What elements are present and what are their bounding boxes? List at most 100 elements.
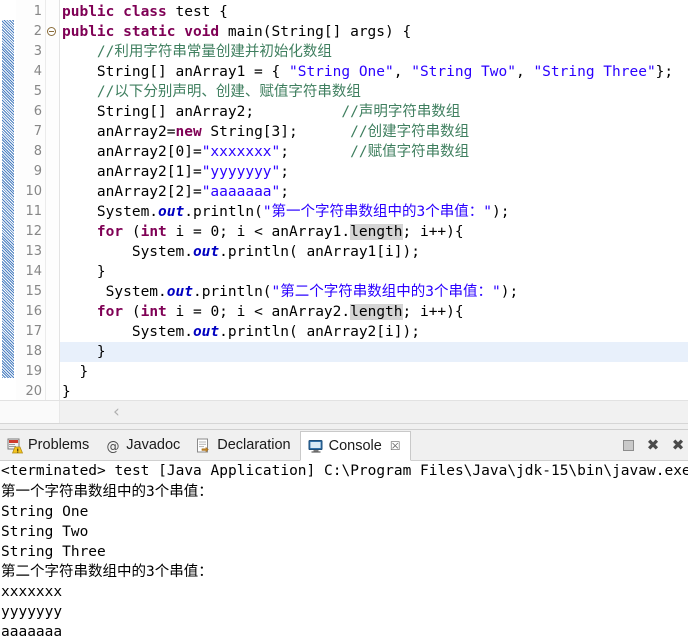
fold-slot[interactable]	[46, 2, 59, 22]
fold-slot[interactable]	[46, 102, 59, 122]
code-line[interactable]: anArray2[0]="xxxxxxx"; //赋值字符串数组	[60, 142, 688, 162]
chevron-left-icon[interactable]: ‹	[113, 403, 120, 421]
code-token-plain: .println( anArray2[i]);	[219, 324, 420, 340]
code-line[interactable]: public static void main(String[] args) {	[60, 22, 688, 42]
code-token-plain: String[] anArray1 = {	[62, 64, 289, 80]
code-token-plain: ; i++){	[402, 224, 464, 240]
code-line[interactable]: }	[60, 342, 688, 362]
code-token-plain: }	[62, 384, 71, 400]
fold-slot[interactable]	[46, 362, 59, 382]
code-token-kw: int	[140, 304, 167, 320]
code-token-fld: out	[192, 244, 220, 260]
tab-javadoc[interactable]: @ Javadoc	[98, 431, 189, 460]
fold-slot[interactable]	[46, 82, 59, 102]
line-number: 8	[33, 144, 42, 159]
code-token-cmt: //以下分别声明、创建、赋值字符串数组	[96, 84, 361, 100]
console-view[interactable]: <terminated> test [Java Application] C:\…	[0, 461, 688, 644]
console-output-line: 第二个字符串数组中的3个串值：	[1, 564, 213, 580]
console-output: 第一个字符串数组中的3个串值： String One String Two Strin…	[0, 482, 688, 642]
fold-slot[interactable]	[46, 342, 59, 362]
tab-label: Declaration	[217, 437, 291, 454]
view-tab-bar[interactable]: Problems @ Javadoc Declaration Console ☒ ✖ ✖	[0, 430, 688, 461]
line-number: 1	[33, 4, 42, 19]
code-line[interactable]: public class test {	[60, 2, 688, 22]
code-token-plain: anArray2=	[62, 124, 176, 140]
code-token-plain: ;	[280, 164, 289, 180]
fold-slot[interactable]	[46, 22, 59, 42]
line-number: 13	[25, 244, 42, 259]
code-token-str: "String Three"	[533, 64, 656, 80]
bottom-view-stack: Problems @ Javadoc Declaration Console ☒ ✖ ✖ <t…	[0, 429, 688, 644]
line-number: 10	[25, 184, 42, 199]
close-icon[interactable]: ☒	[390, 439, 401, 453]
code-token-plain: ;	[280, 184, 289, 200]
fold-slot[interactable]	[46, 222, 59, 242]
code-token-plain: System.	[62, 284, 167, 300]
tab-problems[interactable]: Problems	[0, 431, 98, 460]
javadoc-icon: @	[105, 438, 121, 454]
line-number: 18	[25, 344, 42, 359]
code-line[interactable]: for (int i = 0; i < anArray2.length; i++…	[60, 302, 688, 322]
fold-slot[interactable]	[46, 162, 59, 182]
code-line[interactable]: for (int i = 0; i < anArray1.length; i++…	[60, 222, 688, 242]
line-number: 15	[25, 284, 42, 299]
code-token-plain: anArray2[1]=	[62, 164, 202, 180]
fold-slot[interactable]	[46, 242, 59, 262]
code-token-plain: }	[62, 364, 89, 380]
code-line[interactable]: System.out.println("第一个字符串数组中的3个串值：");	[60, 202, 688, 222]
code-line[interactable]: //以下分别声明、创建、赋值字符串数组	[60, 82, 688, 102]
remove-launch-button[interactable]: ✖	[645, 438, 661, 454]
tab-declaration[interactable]: Declaration	[189, 431, 299, 460]
fold-slot[interactable]	[46, 142, 59, 162]
code-line[interactable]: }	[60, 362, 688, 382]
code-line[interactable]: anArray2[2]="aaaaaaa";	[60, 182, 688, 202]
code-token-kw: for	[96, 304, 124, 320]
code-line[interactable]: }	[60, 382, 688, 400]
code-line[interactable]: anArray2[1]="yyyyyyy";	[60, 162, 688, 182]
console-output-line: xxxxxxx	[1, 584, 63, 600]
eclipse-ide-window: 1 2 3 4 5 6 7 8 9 10 11 12 13 14 15 16 17 18 19 20 public c…	[0, 0, 688, 644]
fold-slot[interactable]	[46, 42, 59, 62]
java-source-editor[interactable]: 1 2 3 4 5 6 7 8 9 10 11 12 13 14 15 16 17 18 19 20 public c…	[0, 0, 688, 400]
fold-slot[interactable]	[46, 382, 59, 400]
fold-slot[interactable]	[46, 182, 59, 202]
annotation-ruler[interactable]	[0, 0, 16, 400]
folding-ruler[interactable]	[46, 0, 60, 400]
fold-slot[interactable]	[46, 282, 59, 302]
fold-slot[interactable]	[46, 302, 59, 322]
code-line[interactable]: String[] anArray1 = { "String One", "Str…	[60, 62, 688, 82]
code-line[interactable]: }	[60, 262, 688, 282]
fold-slot[interactable]	[46, 322, 59, 342]
fold-slot[interactable]	[46, 262, 59, 282]
declaration-icon	[196, 438, 212, 454]
code-line[interactable]: anArray2=new String[3]; //创建字符串数组	[60, 122, 688, 142]
fold-slot[interactable]	[46, 62, 59, 82]
code-line[interactable]: System.out.println( anArray1[i]);	[60, 242, 688, 262]
console-output-line: String Two	[1, 524, 89, 540]
code-line[interactable]: String[] anArray2; //声明字符串数组	[60, 102, 688, 122]
code-token-cmt: //赋值字符串数组	[350, 144, 470, 160]
console-output-line: 第一个字符串数组中的3个串值：	[1, 484, 213, 500]
code-token-str: "aaaaaaa"	[201, 184, 281, 200]
code-token-plain: }	[62, 344, 106, 360]
code-token-fld: out	[158, 204, 185, 220]
code-token-plain: ,	[393, 64, 412, 80]
code-token-str: "String Two"	[411, 64, 516, 80]
line-number: 16	[25, 304, 42, 319]
code-line[interactable]: //利用字符串常量创建并初始化数组	[60, 42, 688, 62]
code-line[interactable]: System.out.println("第二个字符串数组中的3个串值：");	[60, 282, 688, 302]
line-number: 20	[25, 384, 42, 399]
fold-slot[interactable]	[46, 122, 59, 142]
remove-all-terminated-button[interactable]: ✖	[670, 438, 686, 454]
code-token-plain: anArray2[2]=	[62, 184, 202, 200]
code-line[interactable]: System.out.println( anArray2[i]);	[60, 322, 688, 342]
code-token-plain: ;	[280, 144, 351, 160]
terminate-button[interactable]	[620, 438, 636, 454]
console-status-line: <terminated> test [Java Application] C:\…	[1, 463, 688, 479]
code-text-area[interactable]: public class test {public static void ma…	[60, 0, 688, 400]
editor-horizontal-scrollbar[interactable]: ‹	[0, 400, 688, 423]
tab-console[interactable]: Console ☒	[299, 431, 411, 461]
fold-slot[interactable]	[46, 202, 59, 222]
fold-collapse-icon[interactable]	[47, 27, 56, 36]
